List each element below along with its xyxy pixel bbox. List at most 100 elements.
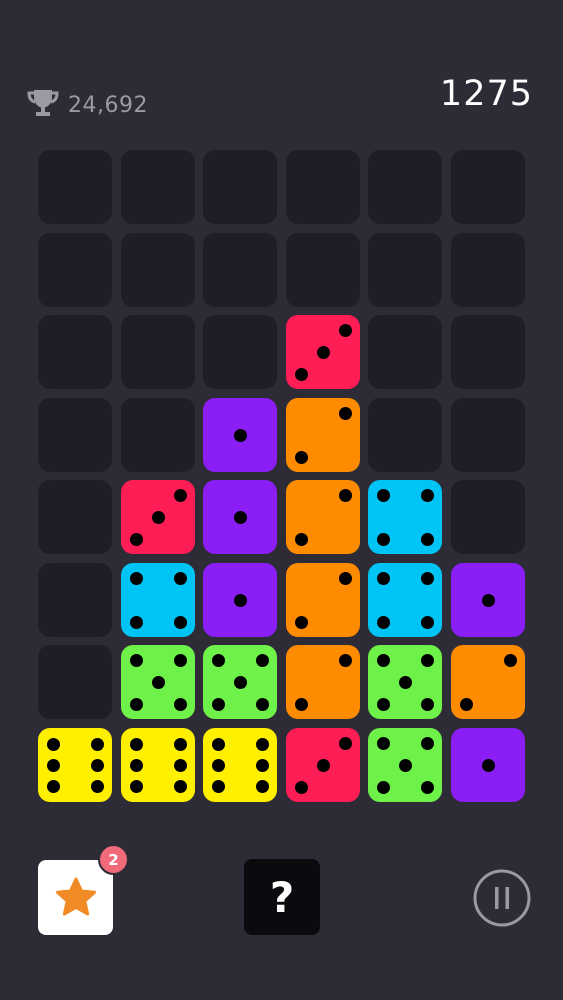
die-pip xyxy=(211,653,225,667)
die-pip xyxy=(129,779,143,793)
empty-cell[interactable] xyxy=(38,398,112,472)
empty-cell[interactable] xyxy=(451,398,525,472)
help-button[interactable]: ? xyxy=(244,859,320,935)
die-cell[interactable] xyxy=(368,645,442,719)
die-pip xyxy=(255,737,269,751)
die-cell[interactable] xyxy=(203,563,277,637)
die-2 xyxy=(286,563,360,637)
die-cell[interactable] xyxy=(286,398,360,472)
star-count-badge: 2 xyxy=(98,844,129,875)
empty-cell[interactable] xyxy=(368,150,442,224)
die-cell[interactable] xyxy=(286,728,360,802)
die-pip xyxy=(173,615,187,629)
empty-cell[interactable] xyxy=(368,233,442,307)
die-cell[interactable] xyxy=(451,645,525,719)
die-pip xyxy=(316,345,330,359)
die-pip xyxy=(338,488,352,502)
die-cell[interactable] xyxy=(203,480,277,554)
die-cell[interactable] xyxy=(203,645,277,719)
die-pip xyxy=(173,653,187,667)
die-pip xyxy=(233,675,247,689)
die-pip xyxy=(338,323,352,337)
die-pip xyxy=(46,758,60,772)
die-cell[interactable] xyxy=(203,728,277,802)
die-pip xyxy=(129,571,143,585)
die-pip xyxy=(420,736,434,750)
die-cell[interactable] xyxy=(451,728,525,802)
empty-cell[interactable] xyxy=(38,563,112,637)
die-6 xyxy=(203,728,277,802)
die-pip xyxy=(173,758,187,772)
die-cell[interactable] xyxy=(368,480,442,554)
empty-cell[interactable] xyxy=(286,150,360,224)
empty-cell[interactable] xyxy=(38,150,112,224)
empty-cell[interactable] xyxy=(368,398,442,472)
die-cell[interactable] xyxy=(368,728,442,802)
trophy-icon xyxy=(27,90,59,116)
die-pip xyxy=(398,758,412,772)
die-pip xyxy=(233,593,247,607)
die-pip xyxy=(294,367,308,381)
die-cell[interactable] xyxy=(121,728,195,802)
empty-cell[interactable] xyxy=(121,315,195,389)
star-powerup-button[interactable] xyxy=(38,860,113,935)
die-pip xyxy=(211,697,225,711)
die-pip xyxy=(255,758,269,772)
die-pip xyxy=(338,406,352,420)
empty-cell[interactable] xyxy=(451,150,525,224)
die-pip xyxy=(211,758,225,772)
empty-cell[interactable] xyxy=(451,480,525,554)
empty-cell[interactable] xyxy=(451,315,525,389)
die-pip xyxy=(255,653,269,667)
die-pip xyxy=(338,653,352,667)
die-4 xyxy=(368,563,442,637)
die-cell[interactable] xyxy=(286,645,360,719)
die-pip xyxy=(46,779,60,793)
die-pip xyxy=(129,615,143,629)
die-pip xyxy=(503,653,517,667)
empty-cell[interactable] xyxy=(38,233,112,307)
die-cell[interactable] xyxy=(286,315,360,389)
die-cell[interactable] xyxy=(121,480,195,554)
die-5 xyxy=(121,645,195,719)
die-cell[interactable] xyxy=(121,563,195,637)
die-pip xyxy=(294,780,308,794)
die-cell[interactable] xyxy=(121,645,195,719)
empty-cell[interactable] xyxy=(38,480,112,554)
empty-cell[interactable] xyxy=(368,315,442,389)
header: 24,692 1275 xyxy=(0,0,563,140)
die-3 xyxy=(286,315,360,389)
game-board[interactable] xyxy=(38,150,526,804)
die-2 xyxy=(286,480,360,554)
die-pip xyxy=(376,532,390,546)
die-cell[interactable] xyxy=(451,563,525,637)
die-cell[interactable] xyxy=(286,563,360,637)
empty-cell[interactable] xyxy=(203,315,277,389)
empty-cell[interactable] xyxy=(203,150,277,224)
die-pip xyxy=(173,697,187,711)
empty-cell[interactable] xyxy=(121,233,195,307)
empty-cell[interactable] xyxy=(286,233,360,307)
die-pip xyxy=(173,737,187,751)
die-cell[interactable] xyxy=(38,728,112,802)
die-5 xyxy=(203,645,277,719)
die-6 xyxy=(121,728,195,802)
pause-button[interactable] xyxy=(472,868,532,928)
die-1 xyxy=(451,728,525,802)
empty-cell[interactable] xyxy=(121,398,195,472)
die-2 xyxy=(286,645,360,719)
die-pip xyxy=(376,615,390,629)
die-pip xyxy=(255,697,269,711)
die-cell[interactable] xyxy=(368,563,442,637)
die-pip xyxy=(211,737,225,751)
die-cell[interactable] xyxy=(286,480,360,554)
die-pip xyxy=(294,615,308,629)
empty-cell[interactable] xyxy=(38,645,112,719)
empty-cell[interactable] xyxy=(203,233,277,307)
die-1 xyxy=(203,480,277,554)
die-cell[interactable] xyxy=(203,398,277,472)
empty-cell[interactable] xyxy=(121,150,195,224)
empty-cell[interactable] xyxy=(451,233,525,307)
empty-cell[interactable] xyxy=(38,315,112,389)
die-pip xyxy=(376,571,390,585)
